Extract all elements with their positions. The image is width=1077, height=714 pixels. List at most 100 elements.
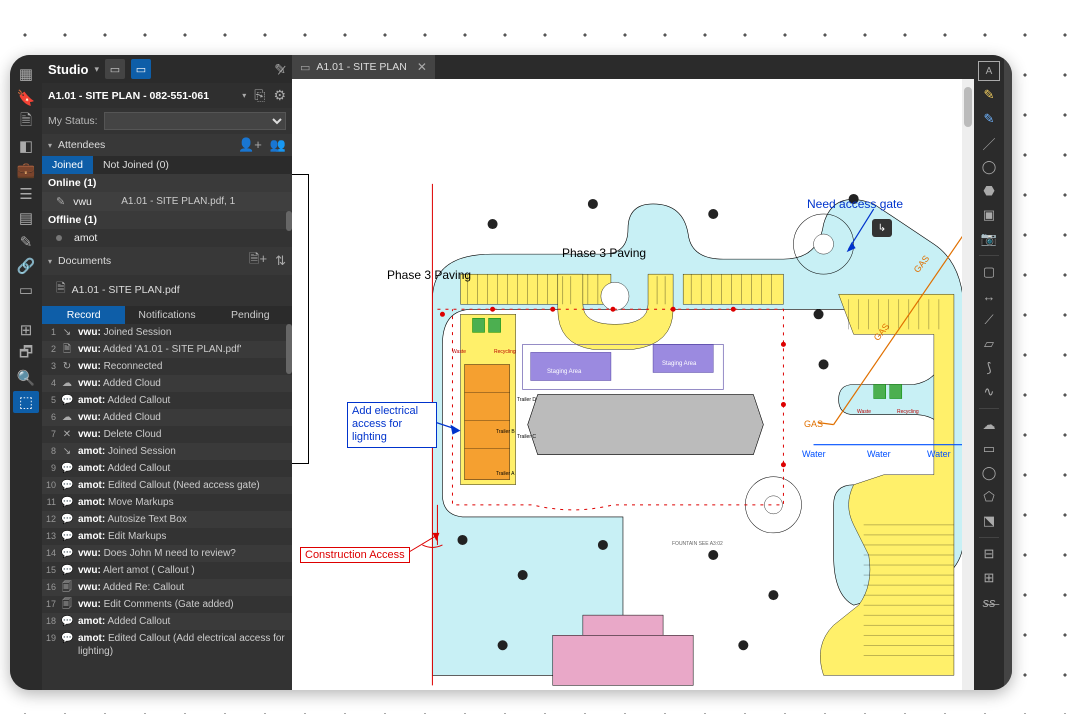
invite-icon[interactable]: 👤+ [238,137,262,153]
record-row[interactable]: 1↘vwu: Joined Session [42,324,292,341]
page-icon[interactable]: 🗎 [13,111,39,133]
document-tabbar: ▭ A1.01 - SITE PLAN ✕ [292,55,974,79]
signatures-icon[interactable]: ✎ [13,231,39,253]
drawer-icon[interactable]: ▭ [13,279,39,301]
record-row[interactable]: 7✕vwu: Delete Cloud [42,426,292,443]
window-scrollbar[interactable] [1004,55,1012,690]
attendees-header[interactable]: ▾ Attendees 👤+ 👥 [42,134,292,156]
curve-tool-icon[interactable]: ∿ [978,382,1000,402]
form-icon[interactable]: ▤ [13,207,39,229]
highlighter-tool-icon[interactable]: ✎ [978,109,1000,129]
row-message: Edit Markups [108,531,166,542]
callout-tool-icon[interactable]: ⬔ [978,511,1000,531]
row-user: vwu: [78,361,101,372]
sort-icon[interactable]: ⇅ [275,253,286,269]
briefcase-icon[interactable]: 💼 [13,159,39,181]
tool-a-icon[interactable]: ⊞ [13,319,39,341]
row-number: 7 [44,428,56,441]
record-row[interactable]: 17🗐vwu: Edit Comments (Gate added) [42,596,292,613]
chevron-down-icon: ▾ [48,141,52,150]
record-row[interactable]: 19💬amot: Edited Callout (Add electrical … [42,630,292,660]
record-row[interactable]: 15💬vwu: Alert amot ( Callout ) [42,562,292,579]
app-window: ▦ 🔖 🗎 ◧ 💼 ☰ ▤ ✎ 🔗 ▭ ⊞ 🗗 🔍 ⬚ Studio ▾ ▭ ▭… [10,55,1012,690]
projects-button[interactable]: ▭ [105,59,125,79]
text-tool-icon[interactable]: A [978,61,1000,81]
chevron-down-icon[interactable]: ▾ [94,64,99,75]
record-row[interactable]: 16🗐vwu: Added Re: Callout [42,579,292,596]
record-row[interactable]: 11💬amot: Move Markups [42,494,292,511]
strikethrough-icon[interactable]: s̶s̶ [978,592,1000,612]
shapes-tool-icon[interactable]: ◯ [978,157,1000,177]
links-icon[interactable]: 🔗 [13,255,39,277]
status-select[interactable] [104,112,286,130]
record-row[interactable]: 9💬amot: Added Callout [42,460,292,477]
sessions-button[interactable]: ▭ [131,59,151,79]
row-type-icon: 💬 [61,479,73,492]
record-row[interactable]: 2🗎vwu: Added 'A1.01 - SITE PLAN.pdf' [42,341,292,358]
tab-record[interactable]: Record [42,306,125,324]
follow-icon[interactable]: 👥 [270,137,286,153]
compare-icon[interactable]: 🗗 [13,343,39,365]
attendee-row-offline[interactable]: amot [42,229,292,247]
pen-tool-icon[interactable]: ✎ [978,85,1000,105]
settings-icon[interactable]: ⚙ [273,87,286,104]
bookmarks-icon[interactable]: 🔖 [13,87,39,109]
callout-add-electrical[interactable]: Add electrical access for lighting [347,402,437,448]
studio-icon[interactable]: ⬚ [13,391,39,413]
cloud-tool-icon[interactable]: ☁ [978,415,1000,435]
close-icon[interactable]: ✕ [417,60,427,74]
photo-badge-icon[interactable]: ↳ [872,219,892,237]
area-tool-icon[interactable]: ▱ [978,334,1000,354]
arc-tool-icon[interactable]: ⟆ [978,358,1000,378]
studio-header: Studio ▾ ▭ ▭ ✎̷ [42,55,292,83]
record-row[interactable]: 13💬amot: Edit Markups [42,528,292,545]
status-dot-icon [56,235,62,241]
separator [979,255,999,256]
record-row[interactable]: 3↻vwu: Reconnected [42,358,292,375]
properties-icon[interactable]: ☰ [13,183,39,205]
image-tool-icon[interactable]: ▣ [978,205,1000,225]
rectangle-tool-icon[interactable]: ▭ [978,439,1000,459]
crop-tool-icon[interactable]: ▢ [978,262,1000,282]
polygon-tool-icon[interactable]: ⬠ [978,487,1000,507]
record-row[interactable]: 5💬amot: Added Callout [42,392,292,409]
row-user: amot: [78,633,105,644]
ellipse-tool-icon[interactable]: ◯ [978,463,1000,483]
leave-icon[interactable]: ⎘ [254,87,265,104]
document-canvas[interactable]: Phase 3 Paving Phase 3 Paving Need acces… [292,79,974,690]
row-number: 15 [44,564,56,577]
row-user: vwu: [78,378,101,389]
record-row[interactable]: 8↘amot: Joined Session [42,443,292,460]
doc-tab[interactable]: ▭ A1.01 - SITE PLAN ✕ [292,55,435,79]
document-item[interactable]: 🗎 A1.01 - SITE PLAN.pdf [42,275,292,304]
tab-joined[interactable]: Joined [42,156,93,174]
my-status-label: My Status: [48,115,98,127]
record-list[interactable]: 1↘vwu: Joined Session2🗎vwu: Added 'A1.01… [42,324,292,690]
thumbnails-icon[interactable]: ▦ [13,63,39,85]
tab-notifications[interactable]: Notifications [125,306,208,324]
record-row[interactable]: 4☁vwu: Added Cloud [42,375,292,392]
add-doc-icon[interactable]: 🗎+ [249,250,267,272]
tab-not-joined[interactable]: Not Joined (0) [93,156,179,174]
record-row[interactable]: 18💬amot: Added Callout [42,613,292,630]
chevron-down-icon[interactable]: ▾ [242,91,246,100]
toggle-2-icon[interactable]: ⊞ [978,568,1000,588]
polylength-icon[interactable]: ⟋ [978,310,1000,330]
layers-icon[interactable]: ◧ [13,135,39,157]
line-tool-icon[interactable]: ／ [978,133,1000,153]
pin-icon[interactable]: ✎̷ [274,61,286,78]
record-row[interactable]: 12💬amot: Autosize Text Box [42,511,292,528]
record-row[interactable]: 14💬vwu: Does John M need to review? [42,545,292,562]
attendee-row[interactable]: ✎ vwu A1.01 - SITE PLAN.pdf, 1 [42,192,292,211]
canvas-scrollbar[interactable] [962,79,974,690]
pdf-icon: 🗎 [56,279,66,300]
camera-tool-icon[interactable]: 📷 [978,229,1000,249]
documents-header[interactable]: ▾ Documents 🗎+ ⇅ [42,247,292,275]
stamp-tool-icon[interactable]: ⬣ [978,181,1000,201]
record-row[interactable]: 10💬amot: Edited Callout (Need access gat… [42,477,292,494]
tab-pending[interactable]: Pending [209,306,292,324]
measure-tool-icon[interactable]: ↔ [978,286,1000,306]
search-icon[interactable]: 🔍 [13,367,39,389]
record-row[interactable]: 6☁vwu: Added Cloud [42,409,292,426]
toggle-1-icon[interactable]: ⊟ [978,544,1000,564]
